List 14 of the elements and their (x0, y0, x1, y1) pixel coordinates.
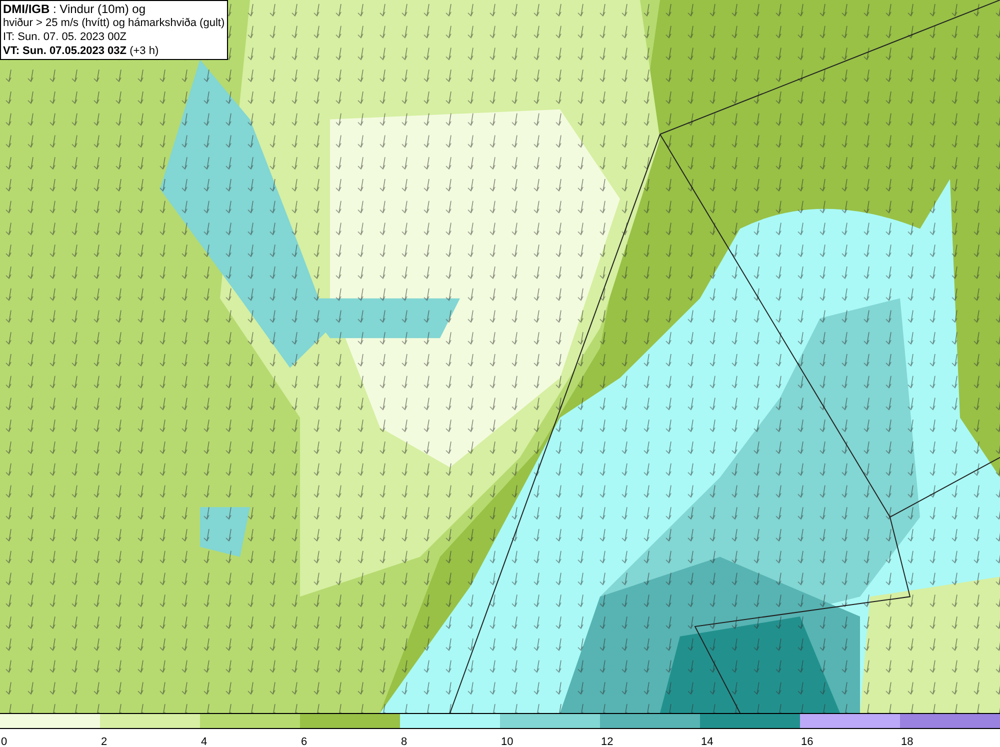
scale-label: 16 (800, 736, 814, 747)
scale-label: 18 (900, 736, 914, 747)
scale-label: 6 (300, 736, 308, 747)
scale-label: 10 (500, 736, 514, 747)
header-text: hviður > 25 m/s (hvítt) og hámarkshviða (gult) (3, 16, 225, 30)
header-text: VT: Sun. 07.05.2023 03Z (+3 h) (3, 44, 160, 58)
scale-label: 0 (0, 736, 8, 747)
scale-label: 2 (100, 736, 108, 747)
scale-label: 14 (700, 736, 714, 747)
scale-label: 8 (400, 736, 408, 747)
scale-label: 4 (200, 736, 208, 747)
header-text: IT: Sun. 07. 05. 2023 00Z (3, 30, 128, 44)
header-text: DMI/IGB : Vindur (10m) og (3, 2, 146, 16)
scale-label: 12 (600, 736, 614, 747)
